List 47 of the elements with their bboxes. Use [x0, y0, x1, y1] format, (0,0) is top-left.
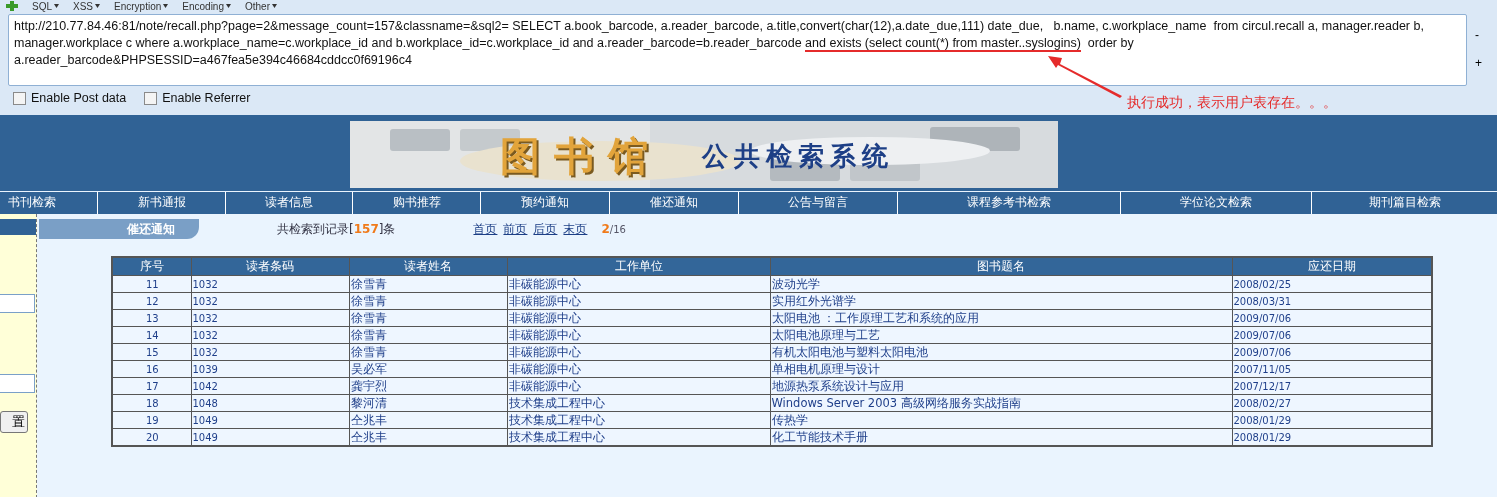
column-header: 应还日期	[1232, 257, 1432, 276]
side-button[interactable]: -	[1475, 28, 1482, 42]
column-header: 读者条码	[191, 257, 349, 276]
caret-icon	[95, 4, 101, 8]
menu-item[interactable]: Encoding	[182, 0, 231, 12]
menu-item[interactable]: Encryption	[114, 0, 169, 12]
side-button[interactable]: +	[1475, 56, 1482, 70]
checkbox[interactable]	[144, 91, 158, 105]
column-header: 读者姓名	[349, 257, 507, 276]
page-number: 2/16	[601, 222, 626, 236]
url-field[interactable]: http://210.77.84.46:81/note/recall.php?page=2&message_count=157&classname=&sql2= SELECT a.book_barcode, a.reader_barcode, a.title,convert(char(12),a.date_due,111) date_due, b.name, c.workplace_name from circul.recall a, manager.reader b, manager.workplace c where a.workplace_name=c.workplace_id and b.workplace_id=c.workplace_id and a.reader_barcode=b.reader_barcode and exists (select count(*) from master..syslogins) order by a.reader_barcode&PHPSESSID=a467fea5e394c46684cddcc0f69196c4	[8, 14, 1467, 86]
column-header: 序号	[112, 257, 191, 276]
caret-icon	[54, 4, 59, 8]
caret-icon	[226, 4, 231, 8]
caret-icon	[163, 4, 169, 8]
menu-item[interactable]: Other	[245, 0, 277, 12]
input-field[interactable]	[0, 374, 35, 393]
sidebar-header-bar	[0, 219, 36, 235]
nav-link[interactable]: 期刊篇目检索	[1311, 192, 1497, 214]
pager-link[interactable]: 首页	[473, 220, 498, 238]
nav-link[interactable]: 催还通知	[609, 192, 738, 214]
result-summary: 共检索到记录[157]条	[277, 220, 396, 238]
nav-link[interactable]: 预约通知	[480, 192, 609, 214]
checkbox-label: Enable Referrer	[162, 91, 251, 105]
checkbox-label: Enable Post data	[31, 91, 127, 105]
column-header: 工作单位	[507, 257, 770, 276]
input-field[interactable]	[0, 294, 35, 313]
nav-link[interactable]: 书刊检索	[0, 192, 97, 214]
menu-item[interactable]: XSS	[73, 0, 101, 12]
nav-link[interactable]: 课程参考书检索	[897, 192, 1120, 214]
pager-link[interactable]: 末页	[563, 220, 588, 238]
nav-link[interactable]: 购书推荐	[352, 192, 480, 214]
nav-link[interactable]: 学位论文检索	[1120, 192, 1311, 214]
nav-link[interactable]: 公告与留言	[738, 192, 897, 214]
banner-title: 图书馆	[500, 131, 662, 181]
pager-link[interactable]: 前页	[503, 220, 528, 238]
plus-icon[interactable]	[6, 1, 18, 11]
pager-link[interactable]: 后页	[533, 220, 558, 238]
nav-link[interactable]: 新书通报	[97, 192, 225, 214]
nav-link[interactable]: 读者信息	[225, 192, 352, 214]
column-header: 图书题名	[770, 257, 1232, 276]
annotation-text: 执行成功，表示用户表存在。。。	[1127, 94, 1337, 112]
caret-icon	[272, 4, 277, 8]
menu-item[interactable]: SQL	[32, 0, 59, 12]
banner-subtitle: 公共检索系统	[702, 140, 894, 173]
checkbox[interactable]	[13, 91, 26, 105]
reset-button[interactable]: 置	[0, 411, 28, 433]
